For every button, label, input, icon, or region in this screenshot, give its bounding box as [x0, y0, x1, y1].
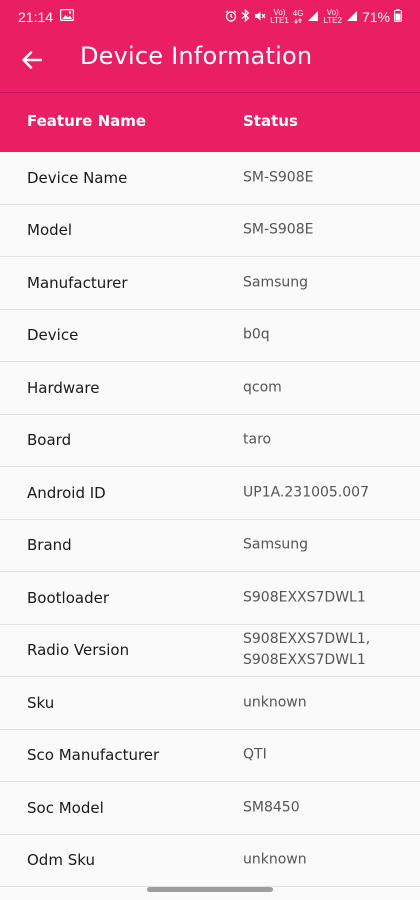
feature-name: Odm Sku: [27, 851, 95, 870]
feature-name: Brand: [27, 536, 72, 555]
volte2-indicator: Vo) LTE2: [323, 9, 342, 25]
table-row: Sku unknown: [0, 677, 420, 730]
feature-name: Device: [27, 326, 79, 345]
feature-status: b0q: [243, 326, 270, 343]
feature-status: UP1A.231005.007: [243, 484, 369, 501]
feature-status: qcom: [243, 379, 282, 396]
alarm-icon: [225, 9, 237, 25]
page-title: Device Information: [80, 42, 313, 70]
feature-status: SM8450: [243, 799, 300, 816]
table-row: Odm Sku unknown: [0, 834, 420, 887]
feature-name: Soc Model: [27, 798, 104, 817]
mute-icon: [254, 9, 266, 25]
device-info-list[interactable]: Device Name SM-S908E Model SM-S908E Manufa…: [0, 152, 420, 887]
table-row: Sco Manufacturer QTI: [0, 729, 420, 782]
feature-status: QTI: [243, 746, 267, 763]
header-status: Status: [243, 112, 298, 130]
feature-name: Sku: [27, 693, 55, 712]
signal-icon-2: [346, 9, 358, 25]
table-row: Board taro: [0, 414, 420, 467]
bluetooth-icon: [241, 8, 250, 25]
table-header: Feature Name Status: [0, 93, 420, 152]
feature-name: Manufacturer: [27, 273, 128, 292]
table-row: Radio Version S908EXXS7DWL1, S908EXXS7DWL…: [0, 624, 420, 677]
table-row: Model SM-S908E: [0, 204, 420, 257]
feature-name: Hardware: [27, 378, 100, 397]
gesture-nav-handle[interactable]: [147, 887, 273, 892]
table-row: Device b0q: [0, 309, 420, 362]
feature-name: Bootloader: [27, 588, 109, 607]
table-row: Manufacturer Samsung: [0, 257, 420, 310]
network-type-4g: 4G: [292, 9, 304, 18]
table-row: Hardware qcom: [0, 362, 420, 415]
table-row: Soc Model SM8450: [0, 782, 420, 835]
feature-name: Board: [27, 431, 72, 450]
feature-status: Samsung: [243, 536, 309, 553]
feature-status: SM-S908E: [243, 221, 314, 238]
status-time: 21:14: [18, 9, 54, 25]
feature-status: taro: [243, 431, 272, 448]
feature-name: Radio Version: [27, 641, 130, 660]
feature-status: unknown: [243, 694, 307, 711]
feature-status: S908EXXS7DWL1: [243, 589, 366, 606]
back-arrow-icon: [22, 51, 42, 69]
feature-name: Android ID: [27, 483, 106, 502]
wifi-icon: 4G: [292, 9, 304, 24]
table-row: Device Name SM-S908E: [0, 152, 420, 205]
volte2-bottom: LTE2: [323, 16, 342, 25]
battery-level: 71%: [361, 9, 390, 25]
feature-status: Samsung: [243, 274, 309, 291]
table-row: Brand Samsung: [0, 519, 420, 572]
status-bar: 21:14 Vo) LTE1 4G Vo) LTE2 71%: [0, 0, 420, 34]
image-icon: [59, 8, 75, 25]
feature-status: S908EXXS7DWL1, S908EXXS7DWL1: [243, 631, 371, 669]
feature-name: Model: [27, 221, 73, 240]
signal-icon: [307, 9, 319, 25]
header-feature-name: Feature Name: [27, 112, 147, 130]
feature-status: SM-S908E: [243, 169, 314, 186]
back-button[interactable]: [0, 34, 64, 86]
volte1-indicator: Vo) LTE1: [270, 9, 289, 25]
feature-name: Device Name: [27, 168, 128, 187]
table-row: Bootloader S908EXXS7DWL1: [0, 572, 420, 625]
battery-icon: [394, 9, 402, 25]
app-bar: 21:14 Vo) LTE1 4G Vo) LTE2 71% Device In…: [0, 0, 420, 92]
feature-status: unknown: [243, 851, 307, 868]
volte1-bottom: LTE1: [270, 16, 289, 25]
toolbar: Device Information: [0, 34, 420, 86]
feature-name: Sco Manufacturer: [27, 746, 160, 765]
table-row: Android ID UP1A.231005.007: [0, 467, 420, 520]
